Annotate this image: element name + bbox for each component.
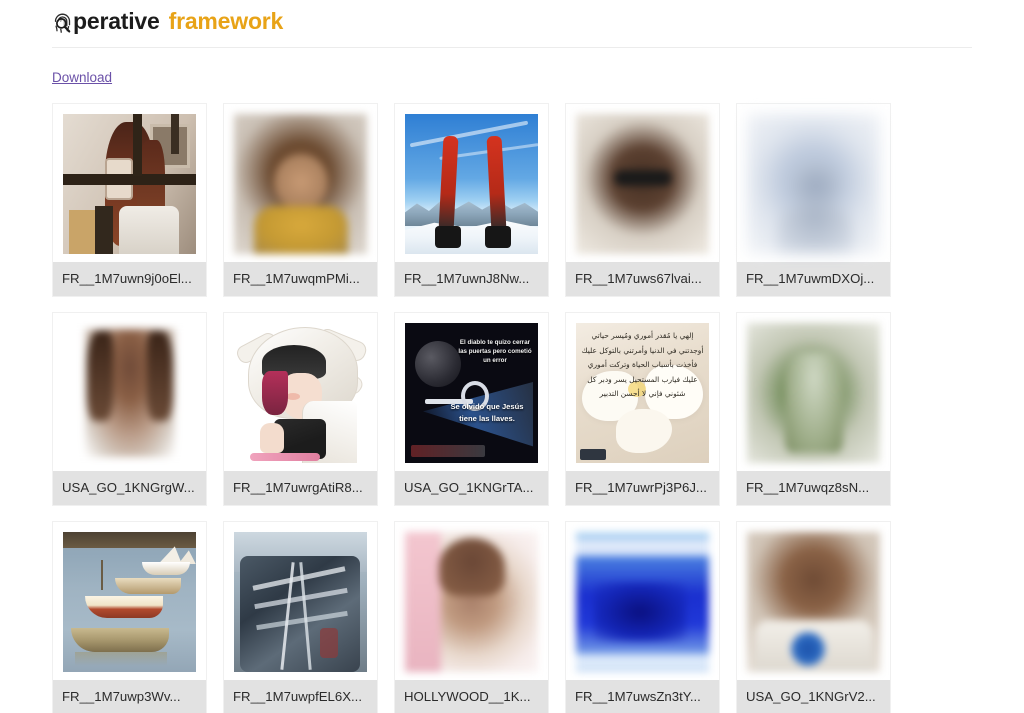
gallery-card[interactable]: FR__1M7uwqmPMi...: [223, 103, 378, 298]
fingerprint-magnifier-icon: [52, 11, 73, 34]
thumbnail-image-blurred-woman-portrait-white-bg[interactable]: [63, 323, 196, 464]
gallery-card[interactable]: FR__1M7uwmDXOj...: [736, 103, 891, 298]
thumbnail-frame: [566, 522, 719, 680]
gallery-card[interactable]: El diablo te quizo cerrar las puertas pe…: [394, 312, 549, 507]
watermark-badge: [580, 449, 606, 461]
thumbnail-image-heavily-blurred-bluish-portrait[interactable]: [747, 114, 880, 254]
thumbnail-image-blurred-person-sunglasses[interactable]: [576, 114, 709, 254]
gallery-card[interactable]: FR__1M7uwrgAtiR8...: [223, 312, 378, 507]
thumbnail-image-person-patterned-shirt-outdoors[interactable]: [234, 532, 367, 673]
gallery-card[interactable]: إلهي يا مُقدر أموري ومُيسر حياتي أوجدتني…: [565, 312, 720, 507]
gallery-card[interactable]: USA_GO_1KNGrgW...: [52, 312, 207, 507]
thumbnail-image-anime-drawing-white-hood-pink-hair[interactable]: [234, 323, 367, 464]
thumbnail-image-blurred-man-white-shirt-blue-logo[interactable]: [747, 532, 880, 673]
gallery-card-caption: USA_GO_1KNGrV2...: [737, 680, 890, 713]
thumbnail-frame: [566, 104, 719, 262]
gallery-card-caption: FR__1M7uwp3Wv...: [53, 680, 206, 713]
gallery-card[interactable]: FR__1M7uwp3Wv...: [52, 521, 207, 713]
gallery-card[interactable]: FR__1M7uwnJ8Nw...: [394, 103, 549, 298]
thumbnail-frame: [224, 313, 377, 471]
download-link[interactable]: Download: [52, 70, 112, 85]
gallery-card[interactable]: FR__1M7uwqz8sN...: [736, 312, 891, 507]
app-header: perative framework: [0, 0, 1024, 36]
gallery-card[interactable]: HOLLYWOOD__1K...: [394, 521, 549, 713]
thumbnail-frame: [53, 522, 206, 680]
thumbnail-image-arabic-text-white-flowers-hands[interactable]: إلهي يا مُقدر أموري ومُيسر حياتي أوجدتني…: [576, 323, 709, 464]
thumbnail-frame: [737, 313, 890, 471]
meme-text-upper: El diablo te quizo cerrar las puertas pe…: [458, 339, 532, 365]
gallery-card-caption: FR__1M7uwqz8sN...: [737, 471, 890, 506]
gallery-card[interactable]: USA_GO_1KNGrV2...: [736, 521, 891, 713]
thumbnail-frame: [224, 104, 377, 262]
gallery-card-caption: FR__1M7uws67lvai...: [566, 262, 719, 297]
thumbnail-image-boats-on-calm-water-golden-hour[interactable]: [63, 532, 196, 673]
thumbnail-image-blurred-green-outdoor-portrait[interactable]: [747, 323, 880, 464]
thumbnail-image-red-skis-in-snow-mountain-sky[interactable]: [405, 114, 538, 254]
brand-logo[interactable]: perative framework: [52, 10, 283, 33]
thumbnail-frame: [737, 522, 890, 680]
meme-text-lower: Se olvidó que Jesús tiene las llaves.: [450, 402, 524, 423]
gallery-card-caption: FR__1M7uwrPj3P6J...: [566, 471, 719, 506]
gallery-card[interactable]: FR__1M7uwn9j0oEl...: [52, 103, 207, 298]
gallery-card-caption: USA_GO_1KNGrTA...: [395, 471, 548, 506]
gallery-card-caption: FR__1M7uwnJ8Nw...: [395, 262, 548, 297]
gallery-card-caption: FR__1M7uwmDXOj...: [737, 262, 890, 297]
thumbnail-image-blurred-portrait-brown-hair-yellow-top[interactable]: [234, 114, 367, 254]
gallery-card-caption: HOLLYWOOD__1K...: [395, 680, 548, 713]
thumbnail-frame: [395, 522, 548, 680]
gallery-card-caption: FR__1M7uwn9j0oEl...: [53, 262, 206, 297]
gallery-card-caption: USA_GO_1KNGrgW...: [53, 471, 206, 506]
gallery-card[interactable]: FR__1M7uws67lvai...: [565, 103, 720, 298]
thumbnail-image-spanish-religious-meme-key-blue-light[interactable]: El diablo te quizo cerrar las puertas pe…: [405, 323, 538, 464]
thumbnail-frame: [224, 522, 377, 680]
gallery-card[interactable]: FR__1M7uwsZn3tY...: [565, 521, 720, 713]
thumbnail-frame: El diablo te quizo cerrar las puertas pe…: [395, 313, 548, 471]
thumbnail-frame: [737, 104, 890, 262]
thumbnail-frame: [53, 313, 206, 471]
thumbnail-image-blurred-face-pink-background[interactable]: [405, 532, 538, 673]
arabic-quote-text: إلهي يا مُقدر أموري ومُيسر حياتي أوجدتني…: [581, 331, 704, 398]
gallery-page: perative framework Download FR__1M7uwn9j…: [0, 0, 1024, 713]
brand-name-primary: perative: [73, 8, 160, 34]
thumbnail-frame: [53, 104, 206, 262]
thumbnail-frame: إلهي يا مُقدر أموري ومُيسر حياتي أوجدتني…: [566, 313, 719, 471]
thumbnail-grid: FR__1M7uwn9j0oEl... FR__1M7uwqmPMi... FR…: [52, 103, 952, 713]
gallery-card-caption: FR__1M7uwqmPMi...: [224, 262, 377, 297]
brand-name-secondary: framework: [168, 8, 284, 34]
gallery-card[interactable]: FR__1M7uwpfEL6X...: [223, 521, 378, 713]
thumbnail-image-saturated-blue-blurred-image[interactable]: [576, 532, 709, 673]
gallery-card-caption: FR__1M7uwsZn3tY...: [566, 680, 719, 713]
gallery-card-caption: FR__1M7uwpfEL6X...: [224, 680, 377, 713]
thumbnail-image-mirror-selfie-redhead-phone[interactable]: [63, 114, 196, 254]
toolbar: Download: [0, 48, 1024, 87]
thumbnail-frame: [395, 104, 548, 262]
gallery-card-caption: FR__1M7uwrgAtiR8...: [224, 471, 377, 506]
